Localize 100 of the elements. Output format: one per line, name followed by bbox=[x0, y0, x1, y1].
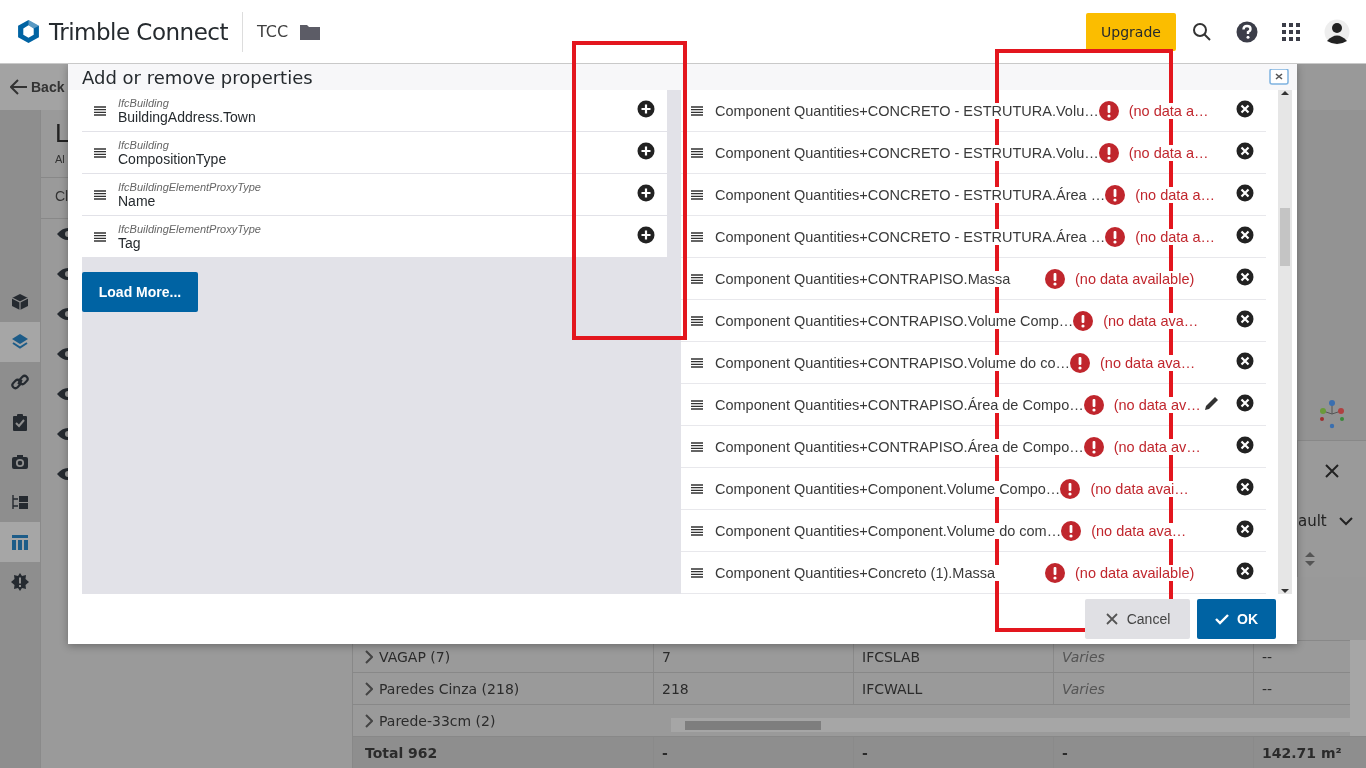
horizontal-scrollbar[interactable] bbox=[671, 718, 1350, 732]
apps-grid-icon[interactable] bbox=[1282, 22, 1300, 41]
drag-handle-icon[interactable] bbox=[691, 147, 703, 158]
chevron-right-icon[interactable] bbox=[365, 681, 373, 696]
drag-handle-icon[interactable] bbox=[691, 315, 703, 326]
error-icon bbox=[1061, 520, 1082, 541]
status-text: (no data a… bbox=[1128, 102, 1209, 119]
error-icon bbox=[1060, 478, 1081, 499]
drag-handle-icon[interactable] bbox=[691, 399, 703, 410]
sidebar-tab[interactable] bbox=[0, 322, 40, 362]
sidebar-tab[interactable] bbox=[0, 522, 40, 562]
remove-circle-icon[interactable] bbox=[1236, 100, 1254, 118]
remove-circle-icon[interactable] bbox=[1236, 562, 1254, 580]
property-name: Component Quantities+CONCRETO - ESTRUTURA.Volu… bbox=[715, 144, 1099, 161]
drag-handle-icon[interactable] bbox=[691, 189, 703, 200]
drag-handle-icon[interactable] bbox=[691, 231, 703, 242]
upgrade-button[interactable]: Upgrade bbox=[1086, 12, 1176, 51]
search-icon[interactable] bbox=[1192, 21, 1212, 42]
remove-circle-icon[interactable] bbox=[1236, 352, 1254, 370]
user-avatar-icon[interactable] bbox=[1324, 18, 1350, 45]
pencil-icon[interactable] bbox=[1204, 395, 1220, 411]
chevron-right-icon[interactable] bbox=[365, 713, 373, 728]
add-circle-icon[interactable] bbox=[637, 225, 655, 244]
error-icon bbox=[1083, 436, 1104, 457]
drag-handle-icon[interactable] bbox=[691, 567, 703, 578]
camera-icon[interactable] bbox=[11, 453, 29, 471]
view-dropdown[interactable]: ault bbox=[1298, 512, 1327, 530]
drag-handle-icon[interactable] bbox=[94, 105, 106, 116]
eye-icon[interactable] bbox=[56, 307, 68, 321]
chevron-down-icon[interactable] bbox=[1338, 516, 1353, 526]
arrow-left-icon bbox=[10, 79, 28, 95]
drag-handle-icon[interactable] bbox=[691, 483, 703, 494]
add-circle-icon[interactable] bbox=[637, 99, 655, 118]
drag-handle-icon[interactable] bbox=[691, 273, 703, 284]
clipboard-icon[interactable] bbox=[11, 413, 29, 431]
remove-circle-icon[interactable] bbox=[1236, 310, 1254, 328]
back-button[interactable]: Back bbox=[0, 64, 68, 110]
total-cell: - bbox=[653, 737, 853, 768]
drag-handle-icon[interactable] bbox=[94, 189, 106, 200]
eye-icon[interactable] bbox=[56, 227, 68, 241]
eye-icon[interactable] bbox=[56, 387, 68, 401]
eye-icon[interactable] bbox=[56, 467, 68, 481]
status-text: (no data ava… bbox=[1103, 312, 1199, 329]
drag-handle-icon[interactable] bbox=[94, 231, 106, 242]
add-circle-icon[interactable] bbox=[637, 183, 655, 202]
folder-icon bbox=[300, 23, 321, 40]
group-row-label[interactable]: VAGAP (7) bbox=[353, 641, 653, 672]
error-icon bbox=[1083, 394, 1104, 415]
total-cell: - bbox=[1053, 737, 1253, 768]
list-scrollbar[interactable] bbox=[1278, 90, 1292, 594]
panel-subtitle: Al bbox=[55, 153, 65, 165]
drag-handle-icon[interactable] bbox=[691, 357, 703, 368]
close-icon[interactable] bbox=[1324, 463, 1340, 479]
add-circle-icon[interactable] bbox=[637, 141, 655, 160]
load-more-button[interactable]: Load More... bbox=[82, 272, 198, 312]
status-text: (no data ava… bbox=[1091, 522, 1187, 539]
scrollbar-thumb[interactable] bbox=[685, 721, 821, 730]
badge-icon[interactable] bbox=[11, 573, 29, 591]
table-cell: Varies bbox=[1053, 673, 1253, 704]
remove-circle-icon[interactable] bbox=[1236, 520, 1254, 538]
drag-handle-icon[interactable] bbox=[691, 441, 703, 452]
remove-circle-icon[interactable] bbox=[1236, 142, 1254, 160]
layers-icon[interactable] bbox=[11, 333, 29, 351]
close-icon[interactable] bbox=[1104, 612, 1119, 626]
remove-circle-icon[interactable] bbox=[1236, 268, 1254, 286]
status-text: (no data available) bbox=[1075, 270, 1195, 287]
vertical-scrollbar[interactable] bbox=[1350, 640, 1366, 736]
eye-icon[interactable] bbox=[56, 427, 68, 441]
eye-icon[interactable] bbox=[56, 267, 68, 281]
close-icon[interactable] bbox=[1269, 69, 1289, 85]
remove-circle-icon[interactable] bbox=[1236, 436, 1254, 454]
remove-circle-icon[interactable] bbox=[1236, 184, 1254, 202]
ok-button[interactable]: OK bbox=[1197, 599, 1276, 639]
link-icon[interactable] bbox=[11, 373, 29, 391]
total-cell-text: Total 962 bbox=[364, 743, 439, 763]
logo-text: Trimble Connect bbox=[49, 18, 228, 45]
scroll-down-icon[interactable] bbox=[1281, 588, 1289, 594]
project-name[interactable]: TCC bbox=[257, 22, 289, 41]
drag-handle-icon[interactable] bbox=[691, 105, 703, 116]
property-name: BuildingAddress.Town bbox=[118, 108, 256, 125]
property-name: CompositionType bbox=[118, 150, 227, 167]
eye-icon[interactable] bbox=[56, 347, 68, 361]
remove-circle-icon[interactable] bbox=[1236, 478, 1254, 496]
help-icon[interactable] bbox=[1236, 20, 1258, 43]
group-row-label[interactable]: Paredes Cinza (218) bbox=[353, 673, 653, 704]
cancel-button[interactable]: Cancel bbox=[1085, 599, 1190, 639]
error-icon bbox=[1098, 100, 1119, 121]
remove-circle-icon[interactable] bbox=[1236, 226, 1254, 244]
table-icon[interactable] bbox=[11, 533, 29, 551]
checkmark-icon[interactable] bbox=[1215, 612, 1229, 626]
chevron-right-icon[interactable] bbox=[365, 649, 373, 664]
scrollbar-thumb[interactable] bbox=[1280, 208, 1290, 266]
tree-icon[interactable] bbox=[11, 493, 29, 511]
sort-icon[interactable] bbox=[1304, 551, 1316, 567]
drag-handle-icon[interactable] bbox=[691, 525, 703, 536]
drag-handle-icon[interactable] bbox=[94, 147, 106, 158]
cube-icon[interactable] bbox=[11, 293, 29, 311]
error-icon bbox=[1073, 310, 1094, 331]
group-row-label[interactable]: Parede-33cm (2) bbox=[353, 705, 653, 736]
remove-circle-icon[interactable] bbox=[1236, 394, 1254, 412]
